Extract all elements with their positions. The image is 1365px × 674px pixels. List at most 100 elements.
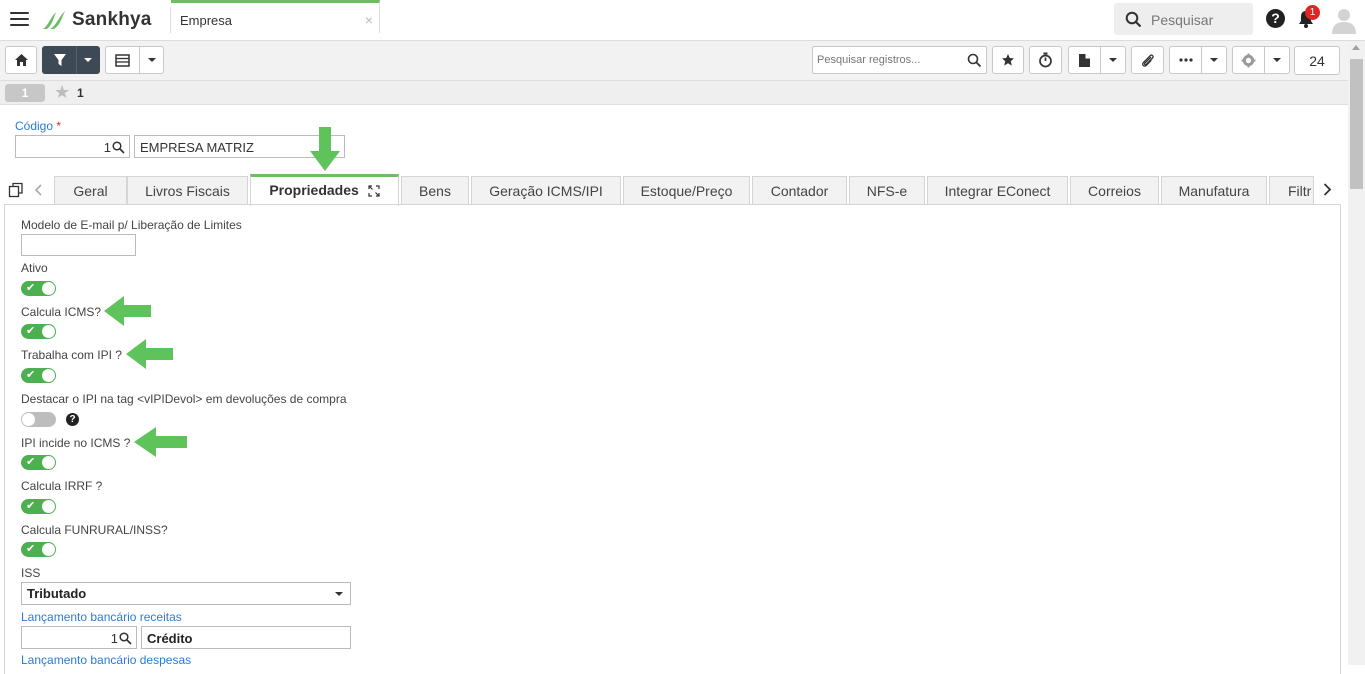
trabalha-ipi-toggle[interactable]: ✔ [21,368,56,383]
favorite-button[interactable] [992,46,1024,74]
star-icon [1002,54,1014,66]
trabalha-ipi-label: Trabalha com IPI ? [21,348,122,362]
destacar-ipi-toggle[interactable] [21,412,56,427]
tab-bens[interactable]: Bens [401,176,469,205]
chevron-down-icon [335,592,343,596]
ativo-toggle[interactable]: ✔ [21,281,56,296]
expand-icon[interactable] [368,185,380,197]
tab-propriedades[interactable]: Propriedades [250,174,399,206]
chevron-left-icon[interactable] [34,184,42,196]
stopwatch-icon [1039,52,1052,68]
records-search-placeholder: Pesquisar registros... [817,54,921,66]
tab-estoque-preco[interactable]: Estoque/Preço [623,176,750,205]
tab-nfs-e[interactable]: NFS-e [849,176,925,205]
favorite-count: 1 [77,86,84,100]
more-icon [1178,58,1193,62]
close-tab-icon[interactable]: × [365,12,373,28]
scroll-up-icon[interactable] [1352,45,1360,50]
settings-dropdown-button[interactable] [1264,46,1290,74]
chevron-down-icon [1273,58,1281,62]
check-icon: ✔ [26,500,36,512]
toggle-knob [42,456,55,469]
ipi-incide-label: IPI incide no ICMS ? [21,436,131,450]
global-search[interactable]: Pesquisar [1114,3,1253,35]
global-search-placeholder: Pesquisar [1151,12,1214,28]
tab-propriedades-label: Propriedades [269,182,359,198]
destacar-ipi-label: Destacar o IPI na tag <vIPIDevol> em dev… [21,392,347,406]
filter-button[interactable] [42,46,76,74]
chevron-down-icon [1210,58,1218,62]
toggle-knob [42,369,55,382]
chevron-down-icon [147,58,156,62]
more-actions-dropdown-button[interactable] [1201,46,1227,74]
tab-geracao-icms-ipi[interactable]: Geração ICMS/IPI [471,176,621,205]
code-field[interactable]: 1 [15,135,130,158]
document-icon [1079,53,1090,67]
iss-label: ISS [21,566,41,580]
search-icon[interactable] [112,141,125,154]
check-icon: ✔ [26,543,36,555]
iss-select[interactable]: Tributado [21,582,351,605]
hamburger-menu-icon[interactable] [10,12,29,27]
ipi-incide-toggle[interactable]: ✔ [21,455,56,470]
tab-filtros[interactable]: Filtr [1269,176,1314,205]
lanc-receitas-code: 1 [110,631,118,646]
paperclip-icon [1142,53,1154,67]
tab-contador[interactable]: Contador [752,176,847,205]
vertical-scrollbar[interactable] [1348,41,1365,665]
calcula-icms-toggle[interactable]: ✔ [21,324,56,339]
copy-icon[interactable] [8,182,24,198]
records-search-input[interactable]: Pesquisar registros... [812,46,987,74]
calcula-icms-label: Calcula ICMS? [21,305,102,319]
scrollbar-thumb[interactable] [1350,59,1363,189]
calcula-irrf-toggle[interactable]: ✔ [21,499,56,514]
chevron-down-icon [84,58,92,62]
user-avatar[interactable] [1331,6,1357,34]
ativo-label: Ativo [21,261,48,275]
tab-integrar-econect[interactable]: Integrar EConect [927,176,1068,205]
question-icon[interactable]: ? [66,413,79,426]
table-icon [115,53,130,67]
filter-dropdown-button[interactable] [76,46,100,74]
toggle-knob [22,413,35,426]
toolbar: Pesquisar registros... 24 [0,41,1348,81]
grid-view-button[interactable] [105,46,139,74]
code-value: 1 [103,140,111,155]
tab-geral[interactable]: Geral [54,176,127,205]
code-label-text: Código [15,119,54,133]
record-navigation: 1 ★ 1 [0,81,1348,105]
company-name-value: EMPRESA MATRIZ [140,140,254,155]
star-icon[interactable]: ★ [54,83,70,101]
record-index-pill[interactable]: 1 [5,84,45,102]
email-model-label: Modelo de E-mail p/ Liberação de Limites [21,218,242,232]
sankhya-leaf-icon [43,11,65,29]
search-icon [1125,11,1142,28]
toggle-knob [42,500,55,513]
app-tab-empresa[interactable]: Empresa × [171,0,380,33]
brand-name: Sankhya [72,9,152,30]
code-label: Código * [15,119,61,133]
lanc-receitas-code-field[interactable]: 1 [21,626,137,649]
home-button[interactable] [5,46,37,74]
help-icon[interactable]: ? [1266,9,1285,28]
lanc-receitas-desc-field[interactable]: Crédito [141,626,351,649]
search-icon[interactable] [967,53,982,68]
tab-correios[interactable]: Correios [1070,176,1159,205]
toggle-knob [42,325,55,338]
annotation-arrow-down [310,127,340,171]
search-icon[interactable] [119,632,132,645]
more-actions-button[interactable] [1169,46,1201,74]
timer-button[interactable] [1029,46,1062,74]
report-button[interactable] [1068,46,1100,74]
iss-selected-value: Tributado [27,586,87,601]
email-model-field[interactable] [21,234,136,256]
sankhya-logo[interactable]: Sankhya [40,8,152,32]
calcula-funrural-toggle[interactable]: ✔ [21,542,56,557]
report-dropdown-button[interactable] [1100,46,1126,74]
settings-button[interactable] [1232,46,1264,74]
tab-manufatura[interactable]: Manufatura [1161,176,1267,205]
chevron-right-icon[interactable] [1323,183,1332,196]
attachment-button[interactable] [1131,46,1164,74]
grid-view-dropdown-button[interactable] [139,46,164,74]
tab-livros-fiscais[interactable]: Livros Fiscais [127,176,248,205]
